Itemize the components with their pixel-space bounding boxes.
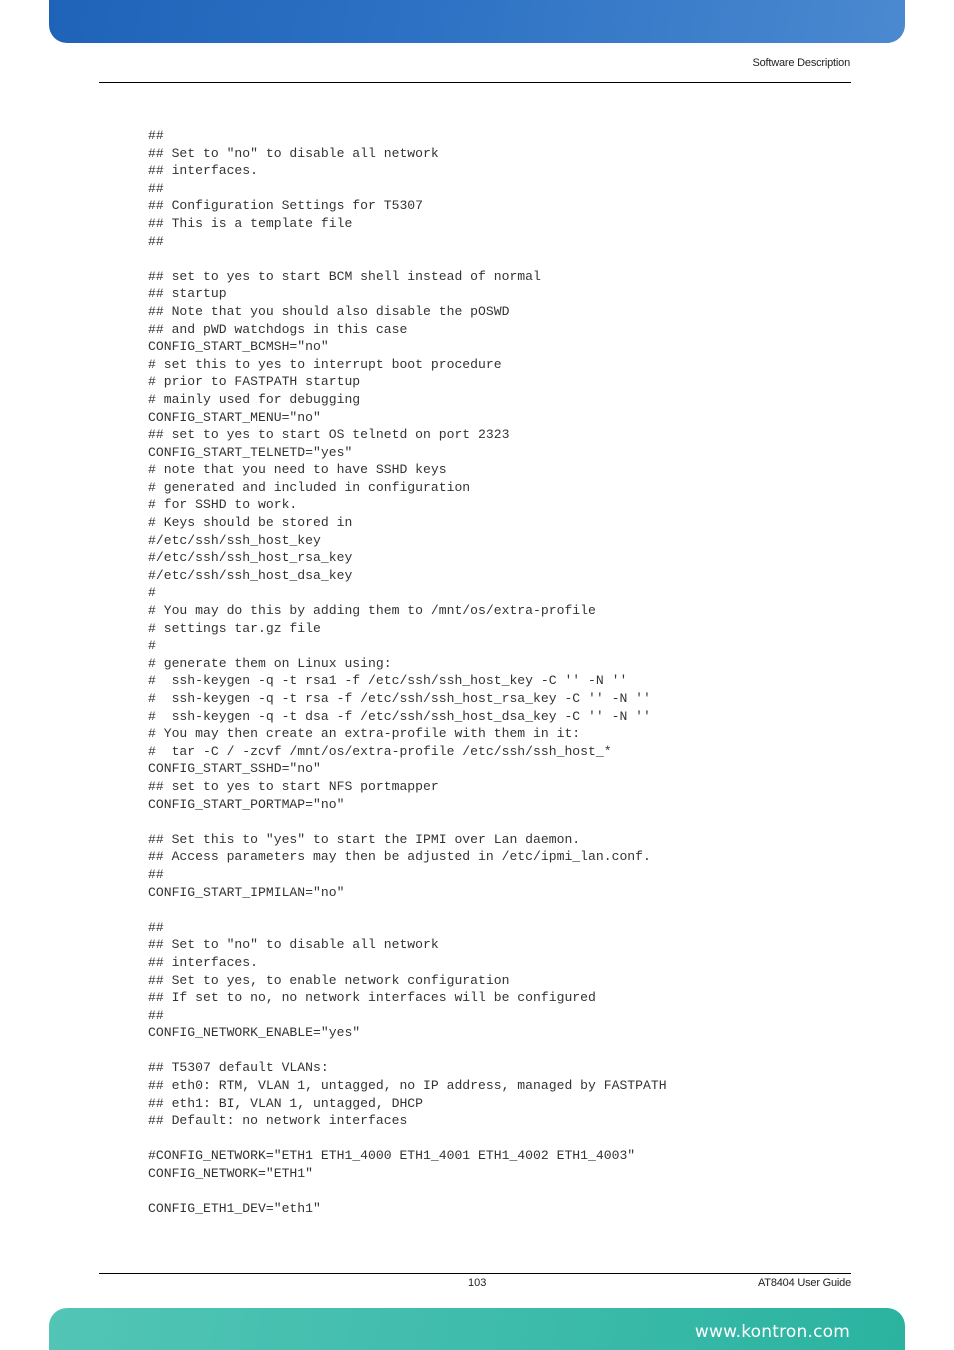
code-line: # — [148, 638, 156, 654]
code-line: # You may do this by adding them to /mnt… — [148, 603, 596, 619]
code-line: ## — [148, 128, 164, 143]
code-line: ## T5307 default VLANs: — [148, 1060, 329, 1076]
code-line: CONFIG_NETWORK="ETH1" — [148, 1166, 314, 1182]
section-title: Software Description — [752, 57, 851, 69]
code-line: #CONFIG_NETWORK="ETH1 ETH1_4000 ETH1_400… — [148, 1148, 636, 1164]
code-line: ## Access parameters may then be adjuste… — [148, 849, 651, 865]
code-line: # — [148, 585, 156, 601]
code-line: ## set to yes to start OS telnetd on por… — [148, 427, 510, 443]
code-line: # set this to yes to interrupt boot proc… — [148, 356, 502, 372]
code-line: CONFIG_ETH1_DEV="eth1" — [148, 1201, 321, 1217]
code-line: # note that you need to have SSHD keys — [148, 462, 447, 478]
code-line: ## Default: no network interfaces — [148, 1113, 408, 1129]
code-line: CONFIG_START_PORTMAP="no" — [148, 796, 345, 812]
code-line: # ssh-keygen -q -t rsa -f /etc/ssh/ssh_h… — [148, 691, 651, 706]
code-line: ## eth0: RTM, VLAN 1, untagged, no IP ad… — [148, 1078, 667, 1094]
code-line: ## Set to "no" to disable all network — [148, 145, 439, 161]
code-line: # settings tar.gz file — [148, 620, 321, 636]
code-line: # You may then create an extra-profile w… — [148, 726, 581, 742]
code-line: ## interfaces. — [148, 954, 259, 970]
code-line: ## startup — [148, 286, 227, 302]
code-line: # prior to FASTPATH startup — [148, 374, 361, 390]
code-line: ## and pWD watchdogs in this case — [148, 321, 408, 337]
header-band — [49, 0, 905, 43]
code-line: ## eth1: BI, VLAN 1, untagged, DHCP — [148, 1095, 424, 1111]
code-line: #/etc/ssh/ssh_host_rsa_key — [148, 550, 353, 566]
code-line: ## — [148, 1007, 164, 1023]
footer-divider — [99, 1273, 851, 1274]
code-line: # generated and included in configuratio… — [148, 479, 471, 495]
code-line: ## — [148, 866, 164, 882]
code-line: # tar -C / -zcvf /mnt/os/extra-profile /… — [148, 743, 612, 759]
code-listing: ## ## Set to "no" to disable all network #… — [148, 127, 667, 1218]
code-line: # Keys should be stored in — [148, 515, 353, 531]
code-line: ## — [148, 919, 164, 935]
code-line: ## This is a template file — [148, 215, 353, 231]
website-link[interactable]: www.kontron.com — [695, 1322, 850, 1342]
code-line: # ssh-keygen -q -t dsa -f /etc/ssh/ssh_h… — [148, 708, 651, 724]
code-line: CONFIG_START_MENU="no" — [148, 409, 321, 425]
code-line: CONFIG_START_IPMILAN="no" — [148, 884, 345, 900]
code-line: ## set to yes to start NFS portmapper — [148, 778, 439, 794]
code-line: #/etc/ssh/ssh_host_dsa_key — [148, 567, 353, 583]
code-line: # generate them on Linux using: — [148, 655, 392, 671]
code-line: ## Set this to "yes" to start the IPMI o… — [148, 831, 581, 847]
code-line: # ssh-keygen -q -t rsa1 -f /etc/ssh/ssh_… — [148, 673, 628, 689]
code-line: CONFIG_START_TELNETD="yes" — [148, 444, 353, 460]
code-line: ## — [148, 233, 164, 249]
code-line: ## Set to "no" to disable all network — [148, 937, 439, 953]
code-line: ## Configuration Settings for T5307 — [148, 198, 424, 214]
code-line: #/etc/ssh/ssh_host_key — [148, 532, 321, 548]
code-line: CONFIG_START_BCMSH="no" — [148, 339, 329, 355]
code-line: ## interfaces. — [148, 163, 259, 179]
document-title: AT8404 User Guide — [757, 1277, 851, 1289]
code-line: CONFIG_NETWORK_ENABLE="yes" — [148, 1025, 361, 1041]
code-line: ## Set to yes, to enable network configu… — [148, 972, 510, 988]
page-number: 103 — [468, 1277, 487, 1289]
code-line: # mainly used for debugging — [148, 391, 361, 407]
code-line: ## Note that you should also disable the… — [148, 303, 510, 319]
code-line: CONFIG_START_SSHD="no" — [148, 761, 321, 777]
code-line: ## — [148, 180, 164, 196]
code-line: ## If set to no, no network interfaces w… — [148, 990, 596, 1006]
code-line: # for SSHD to work. — [148, 497, 298, 513]
header-divider — [99, 82, 851, 83]
code-line: ## set to yes to start BCM shell instead… — [148, 268, 541, 284]
footer-band: www.kontron.com — [49, 1308, 905, 1350]
